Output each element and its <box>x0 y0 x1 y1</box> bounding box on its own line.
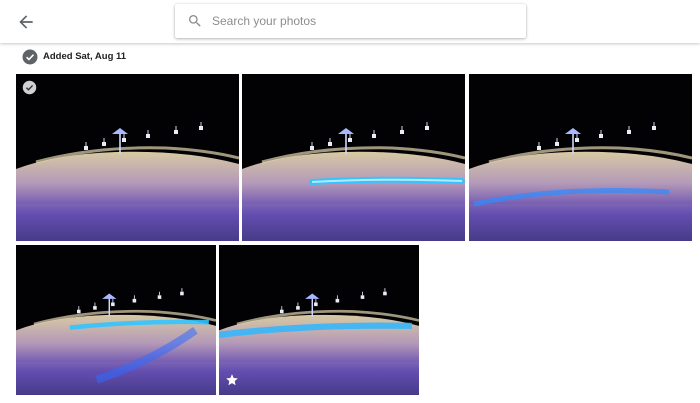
star-icon[interactable] <box>225 373 239 387</box>
search-box[interactable] <box>175 4 526 38</box>
photo-image <box>16 245 216 395</box>
search-icon <box>187 13 203 29</box>
photo-image <box>469 74 692 241</box>
check-circle-icon[interactable] <box>22 80 37 95</box>
top-app-bar <box>0 0 700 43</box>
search-input[interactable] <box>212 10 512 32</box>
section-date-title: Added Sat, Aug 11 <box>43 51 127 62</box>
check-circle-icon[interactable] <box>22 49 38 65</box>
photo-image <box>242 74 465 241</box>
photo-tile-2[interactable] <box>242 74 465 241</box>
arrow-left-icon[interactable] <box>16 12 36 32</box>
photo-tile-4[interactable] <box>16 245 216 395</box>
photo-tile-1[interactable] <box>16 74 239 241</box>
photo-image <box>16 74 239 241</box>
photo-image <box>219 245 419 395</box>
photo-tile-5[interactable] <box>219 245 419 395</box>
photo-tile-3[interactable] <box>469 74 692 241</box>
